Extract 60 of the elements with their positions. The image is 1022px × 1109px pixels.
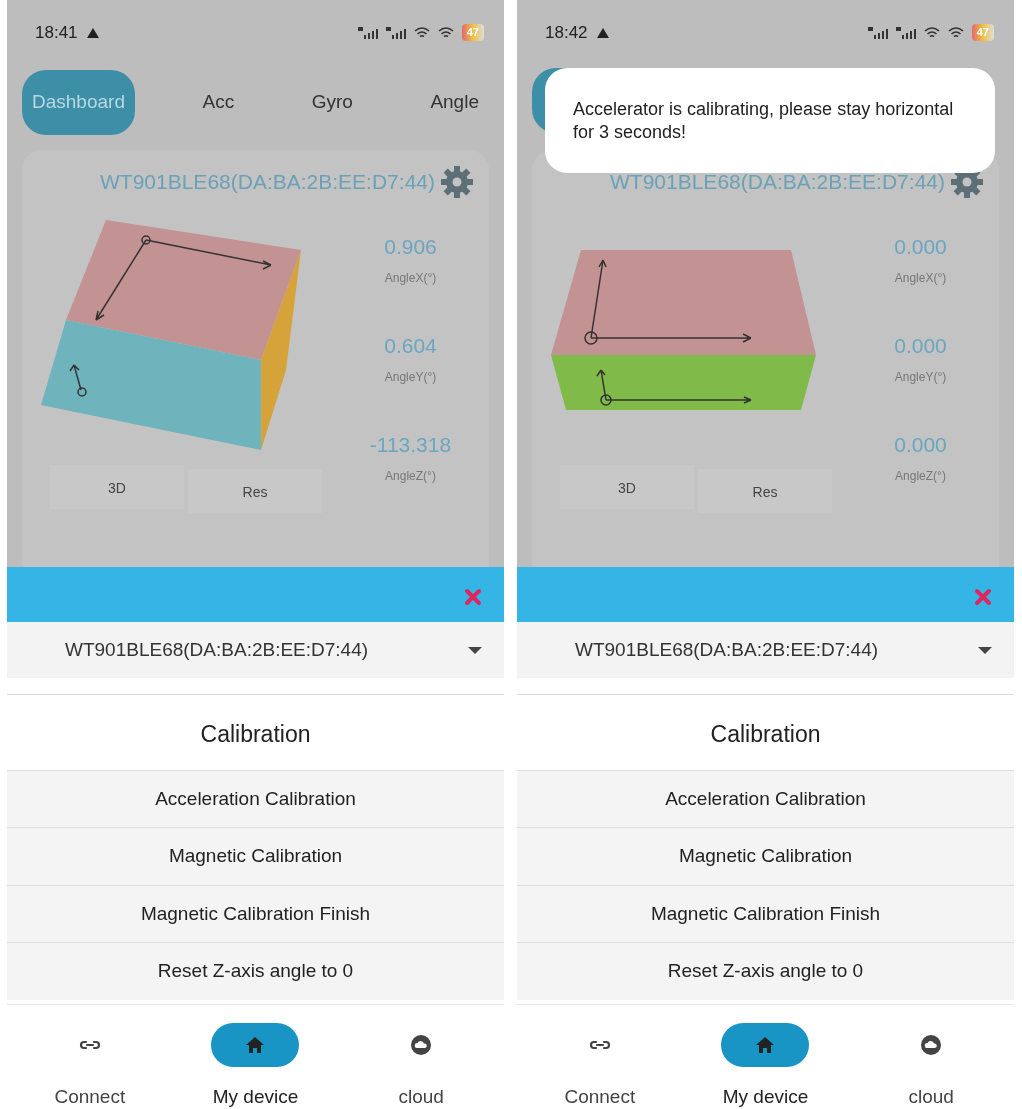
angle-label: AngleY(°): [894, 369, 947, 386]
cellular-signal-icon: [385, 26, 406, 39]
calibration-option[interactable]: Acceleration Calibration: [7, 769, 504, 827]
calibration-option[interactable]: Magnetic Calibration: [517, 827, 1014, 885]
angle-label: AngleX(°): [894, 270, 947, 287]
angle-value: 0.906: [384, 236, 437, 257]
calibration-option[interactable]: Reset Z-axis angle to 0: [517, 942, 1014, 1000]
nav-item[interactable]: cloud: [351, 1023, 492, 1109]
tab[interactable]: Acc: [192, 70, 245, 135]
mode-button[interactable]: Res: [698, 469, 832, 513]
sheet-title: Calibration: [7, 694, 504, 770]
settings-icon: [439, 164, 475, 200]
tab[interactable]: Angle: [420, 70, 489, 135]
cloud-icon: [919, 1033, 944, 1057]
caret-icon: [978, 646, 992, 654]
warning-icon: [595, 26, 610, 39]
mode-button[interactable]: 3D: [560, 465, 694, 509]
angle-label: AngleX(°): [384, 270, 437, 287]
caret-icon: [468, 646, 482, 654]
wifi-icon: [437, 26, 454, 39]
calibration-option[interactable]: Reset Z-axis angle to 0: [7, 942, 504, 1000]
device-dropdown[interactable]: WT901BLE68(DA:BA:2B:EE:D7:44): [517, 622, 1014, 678]
battery-level: 47: [461, 24, 484, 41]
status-time: 18:42: [545, 21, 588, 44]
nav-item[interactable]: My device: [185, 1023, 326, 1109]
cellular-signal-icon: [357, 26, 378, 39]
angle-value: 0.604: [384, 335, 437, 356]
angle-value: 0.000: [894, 335, 947, 356]
nav-item[interactable]: Connect: [19, 1023, 160, 1109]
device-name: WT901BLE68(DA:BA:2B:EE:D7:44): [100, 169, 435, 196]
status-time: 18:41: [35, 21, 78, 44]
device-option: WT901BLE68(DA:BA:2B:EE:D7:44): [575, 635, 879, 665]
cloud-icon: [409, 1033, 434, 1057]
device-option: WT901BLE68(DA:BA:2B:EE:D7:44): [65, 635, 369, 665]
toast-message: Accelerator is calibrating, please stay horizontal for 3 seconds!: [545, 68, 995, 173]
angle-value: 0.000: [894, 236, 947, 257]
sheet-title: Calibration: [517, 694, 1014, 770]
angle-label: AngleZ(°): [895, 468, 946, 485]
mode-button[interactable]: 3D: [50, 465, 184, 509]
wifi-icon: [947, 26, 964, 39]
battery-level: 47: [971, 24, 994, 41]
calibration-option[interactable]: Magnetic Calibration Finish: [517, 884, 1014, 942]
calibration-option[interactable]: Acceleration Calibration: [517, 769, 1014, 827]
angle-value: -113.318: [369, 434, 452, 455]
nav-item[interactable]: cloud: [861, 1023, 1002, 1109]
angle-label: AngleY(°): [384, 369, 437, 386]
device-dropdown[interactable]: WT901BLE68(DA:BA:2B:EE:D7:44): [7, 622, 504, 678]
mode-button[interactable]: Res: [188, 469, 322, 513]
calibration-option[interactable]: Magnetic Calibration Finish: [7, 884, 504, 942]
nav-item[interactable]: My device: [695, 1023, 836, 1109]
cellular-signal-icon: [867, 26, 888, 39]
nav-item[interactable]: Connect: [529, 1023, 670, 1109]
warning-icon: [85, 26, 100, 39]
cellular-signal-icon: [895, 26, 916, 39]
calibration-option[interactable]: Magnetic Calibration: [7, 827, 504, 885]
wifi-icon: [923, 26, 940, 39]
angle-label: AngleZ(°): [385, 468, 436, 485]
angle-value: 0.000: [894, 434, 947, 455]
tab[interactable]: Gyro: [301, 70, 363, 135]
wifi-icon: [413, 26, 430, 39]
